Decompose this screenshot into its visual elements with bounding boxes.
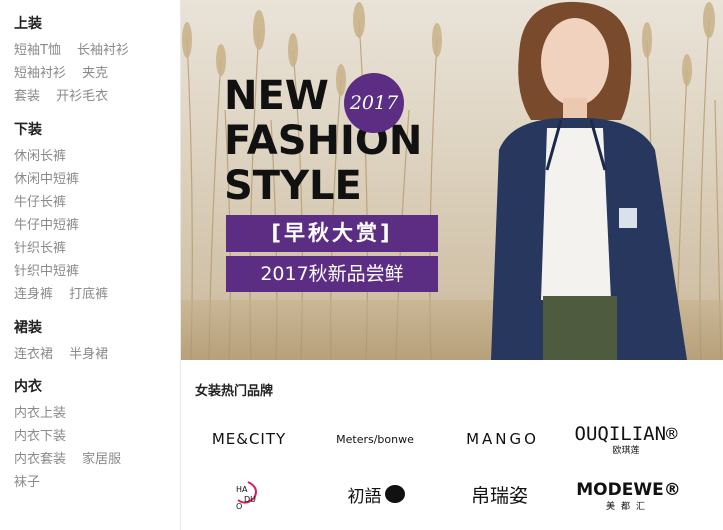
brand-cn-name: 美都汇	[605, 502, 651, 512]
category-underwear: 内衣 内衣上装 内衣下装 内衣套装 家居服 袜子	[14, 377, 132, 492]
brand-name: 初語	[347, 486, 382, 507]
svg-text:DU: DU	[244, 495, 256, 504]
category-title[interactable]: 上装	[14, 14, 140, 34]
model-photo	[491, 1, 687, 360]
link-denim-trousers[interactable]: 牛仔长裤	[14, 195, 66, 210]
category-title[interactable]: 下装	[14, 120, 119, 140]
brand-logo-mango[interactable]: MANGO	[455, 425, 550, 453]
headline-line-3: STYLE	[224, 163, 362, 209]
category-skirts: 裙装 连衣裙 半身裙	[14, 318, 119, 364]
haduo-logo-mark: HA DU O	[236, 481, 257, 510]
link-long-sleeve-shirt[interactable]: 长袖衬衫	[77, 43, 129, 58]
link-socks[interactable]: 袜子	[14, 475, 40, 490]
brand-logo-ouqilian[interactable]: OUQILIAN® 欧琪莲	[575, 420, 678, 458]
link-short-sleeve-shirt[interactable]: 短袖衬衫	[14, 66, 66, 81]
category-bottoms: 下装 休闲长裤 休闲中短裤 牛仔长裤 牛仔中短裤 针织长裤 针织中短裤 连身裤 …	[14, 120, 119, 304]
link-casual-shorts[interactable]: 休闲中短裤	[14, 172, 79, 187]
link-jacket[interactable]: 夹克	[82, 66, 108, 81]
svg-text:O: O	[236, 502, 242, 510]
link-loungewear[interactable]: 家居服	[82, 452, 121, 467]
brand-logo-meters-bonwe[interactable]: Meters/bonwe	[330, 425, 420, 453]
category-tops: 上装 短袖T恤 长袖衬衫 短袖衬衫 夹克 套装 开衫毛衣	[14, 14, 140, 106]
category-title[interactable]: 内衣	[14, 377, 132, 397]
link-underwear-bottoms[interactable]: 内衣下装	[14, 429, 66, 444]
brand-logo-modewe[interactable]: MODEWE® 美都汇	[576, 480, 680, 512]
category-sidebar: 上装 短袖T恤 长袖衬衫 短袖衬衫 夹克 套装 开衫毛衣 下装 休闲长裤 休闲中…	[0, 0, 181, 530]
link-leggings[interactable]: 打底裤	[69, 287, 108, 302]
link-underwear-tops[interactable]: 内衣上装	[14, 406, 66, 421]
link-cardigan-sweater[interactable]: 开衫毛衣	[56, 89, 108, 104]
brand-logo-quanruizi[interactable]: 帛瑞姿	[462, 480, 537, 508]
link-underwear-sets[interactable]: 内衣套装	[14, 452, 66, 467]
brand-name: OUQILIAN®	[574, 422, 678, 445]
year-badge: 2017	[344, 73, 404, 133]
promo-tag-sub: 2017秋新品尝鲜	[226, 256, 438, 292]
brand-logo-haduo[interactable]: HA DU O	[230, 478, 268, 510]
category-title[interactable]: 裙装	[14, 318, 119, 338]
svg-text:HA: HA	[236, 485, 248, 494]
link-denim-shorts[interactable]: 牛仔中短裤	[14, 218, 79, 233]
brand-logo-chuyu[interactable]: 初語	[340, 480, 412, 508]
brand-logo-mecity[interactable]: ME&CITY	[195, 425, 303, 453]
link-knit-trousers[interactable]: 针织长裤	[14, 241, 66, 256]
promo-banner[interactable]: NEW FASHION STYLE 2017 [早秋大赏] 2017秋新品尝鲜	[181, 0, 723, 360]
chuyu-eye-icon	[384, 485, 405, 503]
brand-name: MODEWE®	[576, 480, 681, 500]
link-knit-shorts[interactable]: 针织中短裤	[14, 264, 79, 279]
link-dress[interactable]: 连衣裙	[14, 347, 53, 362]
link-suit[interactable]: 套装	[14, 89, 40, 104]
brands-section-title: 女装热门品牌	[195, 384, 274, 399]
brand-cn-name: 欧琪莲	[612, 445, 640, 456]
link-skirt[interactable]: 半身裙	[69, 347, 108, 362]
promo-tag-main: [早秋大赏]	[226, 215, 438, 252]
link-casual-trousers[interactable]: 休闲长裤	[14, 149, 66, 164]
link-jumpsuit[interactable]: 连身裤	[14, 287, 53, 302]
link-short-sleeve-tshirt[interactable]: 短袖T恤	[14, 43, 61, 58]
